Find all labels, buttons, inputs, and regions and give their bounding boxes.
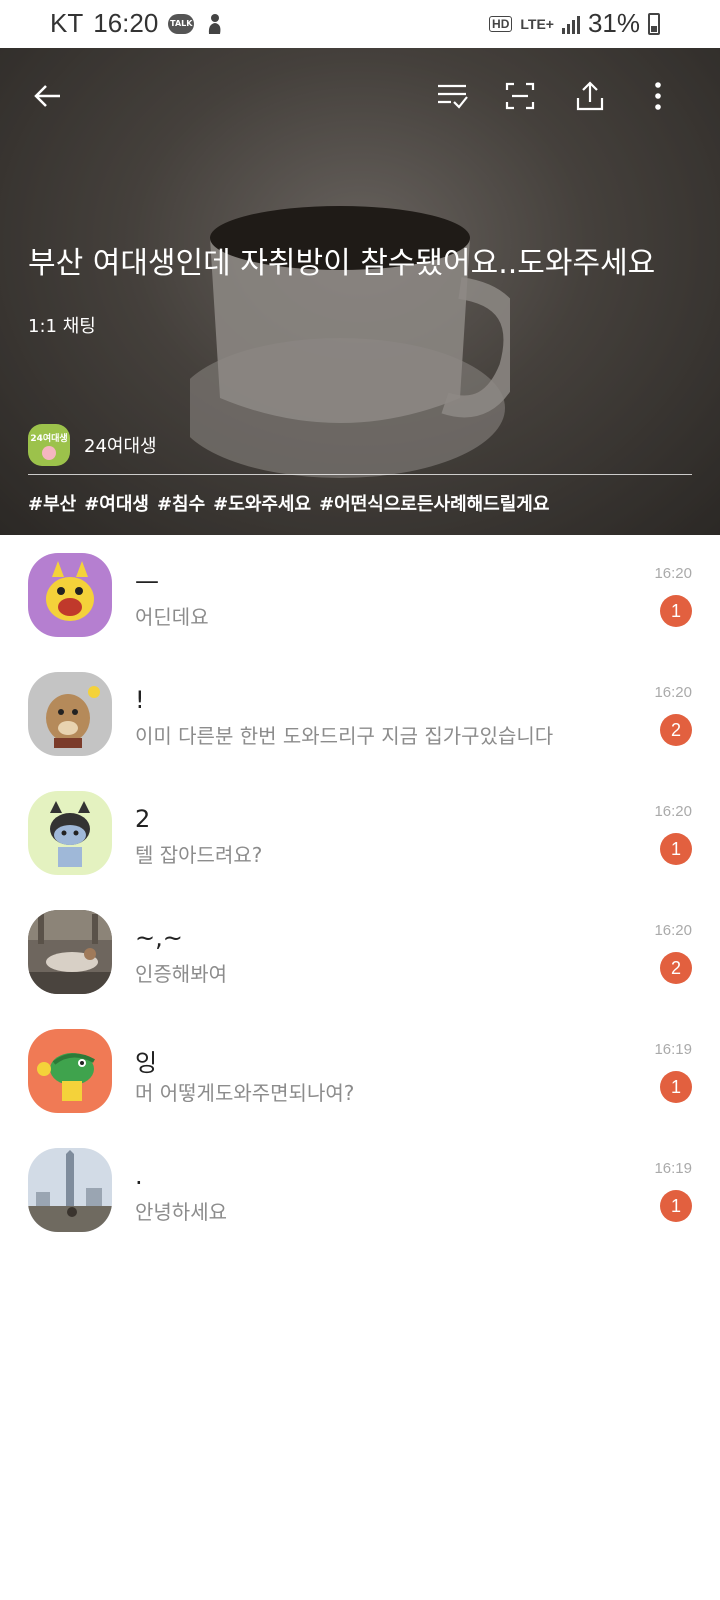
unread-count-badge: 1 [660, 1071, 692, 1103]
status-time: 16:20 [93, 8, 159, 38]
unread-count-badge: 2 [660, 714, 692, 746]
chat-sender-name: ! [135, 686, 145, 714]
unread-count-badge: 2 [660, 952, 692, 984]
unread-count-badge: 1 [660, 595, 692, 627]
cat-character-avatar [28, 791, 112, 875]
header-divider [28, 474, 692, 475]
unread-count-badge: 1 [660, 833, 692, 865]
chat-last-message: 이미 다른분 한번 도와드리구 지금 집가구있습니다 [135, 724, 554, 748]
host-profile[interactable]: 24여대생 24여대생 [28, 424, 157, 466]
chat-sender-name: ~,~ [135, 924, 183, 952]
signal-icon [561, 14, 580, 34]
notification-figure-icon [209, 13, 221, 34]
hashtag[interactable]: #도와주세요 [213, 490, 311, 516]
chat-timestamp: 16:19 [654, 1160, 692, 1177]
host-avatar[interactable]: 24여대생 [28, 424, 70, 466]
crocodile-character-avatar [28, 1029, 112, 1113]
chat-list-item[interactable]: ~,~ 인증해봐여 16:20 2 [0, 892, 720, 1011]
dog-character-avatar [28, 672, 112, 756]
hashtag[interactable]: #어떤식으로든사례해드릴게요 [319, 490, 549, 516]
chat-room-header: 부산 여대생인데 자취방이 참수됐어요..도와주세요 1:1 채팅 24여대생 … [0, 48, 720, 535]
status-bar: KT 16:20 TALK HD LTE+ 31% [0, 0, 720, 48]
network-type-label: LTE+ [520, 15, 554, 32]
back-arrow-icon[interactable] [28, 76, 68, 116]
chat-list-item[interactable]: ! 이미 다른분 한번 도와드리구 지금 집가구있습니다 16:20 2 [0, 654, 720, 773]
chat-sender-name: 잉 [135, 1049, 158, 1077]
chat-last-message: 어딘데요 [135, 605, 209, 629]
chat-sender-name: — [135, 567, 159, 595]
chat-type-label: 1:1 채팅 [28, 316, 96, 337]
battery-icon [648, 12, 660, 35]
chat-timestamp: 16:20 [654, 922, 692, 939]
carrier-label: KT [50, 8, 84, 38]
checklist-icon[interactable] [432, 76, 472, 116]
header-toolbar [0, 76, 720, 116]
chat-last-message: 텔 잡아드려요? [135, 843, 263, 867]
hashtag-list: #부산 #여대생 #침수 #도와주세요 #어떤식으로든사례해드릴게요 [28, 490, 549, 516]
chat-timestamp: 16:19 [654, 1041, 692, 1058]
chat-timestamp: 16:20 [654, 684, 692, 701]
chat-timestamp: 16:20 [654, 565, 692, 582]
host-avatar-text: 24여대생 [30, 433, 68, 444]
host-name: 24여대생 [84, 436, 157, 457]
hashtag[interactable]: #여대생 [84, 490, 149, 516]
unread-count-badge: 1 [660, 1190, 692, 1222]
chat-sender-name: 2 [135, 805, 151, 833]
share-icon[interactable] [570, 76, 610, 116]
hd-voice-icon: HD [489, 15, 513, 32]
hashtag[interactable]: #부산 [28, 490, 76, 516]
yellow-character-avatar [28, 553, 112, 637]
photo-avatar [28, 910, 112, 994]
chat-room-title: 부산 여대생인데 자취방이 참수됐어요..도와주세요 [28, 246, 656, 281]
chat-list: — 어딘데요 16:20 1 ! 이미 다른분 한번 도와드리구 지금 집가구있… [0, 535, 720, 1249]
chat-list-item[interactable]: . 안녕하세요 16:19 1 [0, 1130, 720, 1249]
chat-list-item[interactable]: 2 텔 잡아드려요? 16:20 1 [0, 773, 720, 892]
chat-list-item[interactable]: 잉 머 어떻게도와주면되나여? 16:19 1 [0, 1011, 720, 1130]
scan-icon[interactable] [500, 76, 540, 116]
battery-percent: 31% [587, 8, 640, 38]
chat-list-item[interactable]: — 어딘데요 16:20 1 [0, 535, 720, 654]
chat-last-message: 머 어떻게도와주면되나여? [135, 1081, 355, 1105]
city-photo-avatar [28, 1148, 112, 1232]
chat-last-message: 인증해봐여 [135, 962, 227, 986]
more-vertical-icon[interactable] [638, 76, 678, 116]
chat-sender-name: . [135, 1162, 143, 1190]
talk-notification-icon: TALK [168, 13, 195, 34]
host-avatar-character [42, 445, 56, 460]
chat-timestamp: 16:20 [654, 803, 692, 820]
chat-last-message: 안녕하세요 [135, 1200, 227, 1224]
hashtag[interactable]: #침수 [157, 490, 205, 516]
